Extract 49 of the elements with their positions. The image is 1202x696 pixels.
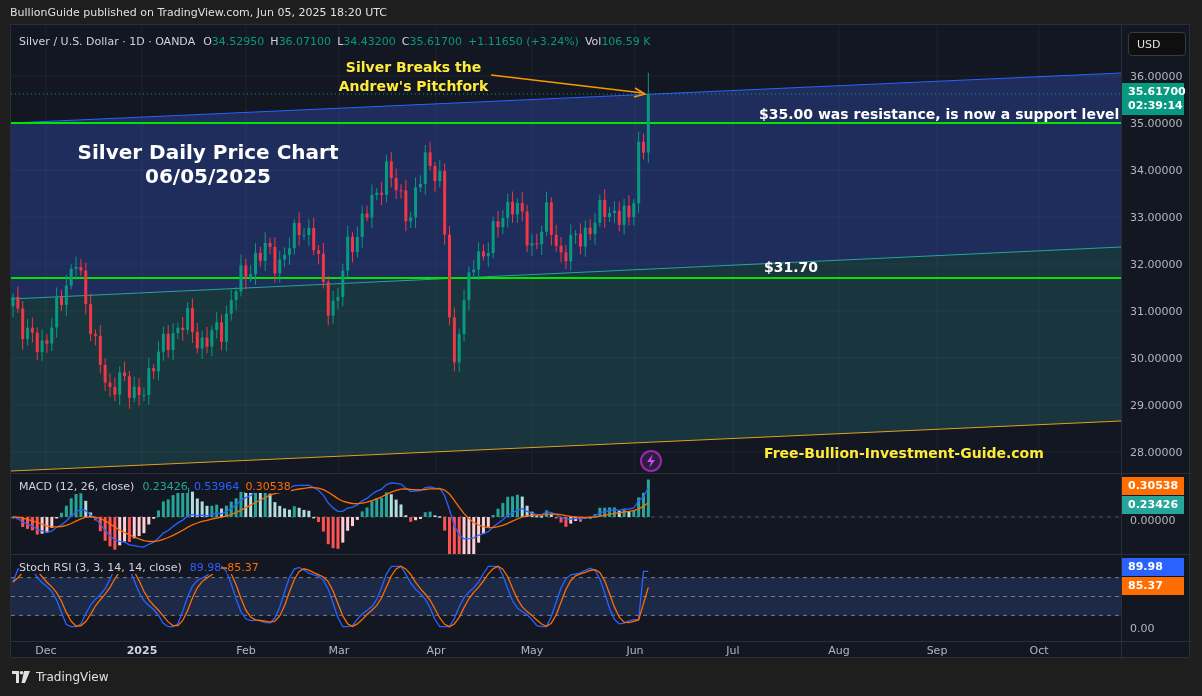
chart-title: Silver Daily Price Chart 06/05/2025 <box>76 140 340 188</box>
price-tick: 28.00000 <box>1130 445 1183 459</box>
annotation-text: Silver Breaks the Andrew's Pitchfork <box>337 58 490 96</box>
time-tick: Oct <box>1029 644 1049 657</box>
indicator-value: 0.23426 <box>142 480 188 493</box>
price-tick: 34.00000 <box>1130 163 1183 177</box>
last-price-badge: 35.61700 02:39:14 <box>1122 83 1184 115</box>
price-tick: 29.00000 <box>1130 398 1183 412</box>
indicator-title: MACD (12, 26, close) <box>19 480 135 493</box>
value-badge: 85.37 <box>1122 577 1184 595</box>
publisher-caption: BullionGuide published on TradingView.com, Jun 05, 2025 18:20 UTC <box>9 4 388 21</box>
rsi-tick: 0.00 <box>1130 621 1155 635</box>
currency-button[interactable]: USD <box>1128 32 1186 56</box>
time-tick: Feb <box>236 644 256 657</box>
website-label: Free-Bullion-Investment-Guide.com <box>764 445 1044 461</box>
time-tick: Jun <box>626 644 644 657</box>
level-label: $35.00 was resistance, is now a support level <box>759 106 1120 122</box>
value-badge: 0.23426 <box>1122 496 1184 514</box>
time-tick: Sep <box>926 644 948 657</box>
time-tick: Apr <box>426 644 446 657</box>
ohlc-value: C35.61700 <box>401 35 462 48</box>
level-label: $31.70 <box>764 259 819 275</box>
time-tick: Dec <box>35 644 57 657</box>
indicator-value: 0.53964 <box>193 480 240 493</box>
footer-brand: TradingView <box>36 670 109 684</box>
change-value: +1.11650 (+3.24%) <box>467 35 579 48</box>
ohlc-value: O34.52950 <box>203 35 265 48</box>
macd-tick: 0.00000 <box>1130 513 1176 527</box>
price-tick: 32.00000 <box>1130 257 1183 271</box>
price-tick: 36.00000 <box>1130 69 1183 83</box>
ohlc-value: L34.43200 <box>337 35 396 48</box>
indicator-value: 89.98 <box>189 561 222 574</box>
ohlc-value: H36.07100 <box>270 35 332 48</box>
price-tick: 35.00000 <box>1130 116 1183 130</box>
time-tick: Jul <box>726 644 740 657</box>
indicator-title: Stoch RSI (3, 3, 14, 14, close) <box>19 561 182 574</box>
value-badge: 0.30538 <box>1122 477 1184 495</box>
indicator-value: 85.37 <box>227 561 259 574</box>
value-badge: 89.98 <box>1122 558 1184 576</box>
time-tick: Mar <box>328 644 350 657</box>
time-tick: May <box>520 644 544 657</box>
volume-value: Vol106.59 K <box>584 35 651 48</box>
symbol-label: Silver / U.S. Dollar · 1D · OANDA <box>19 35 196 48</box>
indicator-value: 0.30538 <box>245 480 291 493</box>
price-tick: 31.00000 <box>1130 304 1183 318</box>
price-tick: 33.00000 <box>1130 210 1183 224</box>
time-tick: Aug <box>828 644 850 657</box>
time-tick: 2025 <box>126 644 158 657</box>
price-tick: 30.00000 <box>1130 351 1183 365</box>
